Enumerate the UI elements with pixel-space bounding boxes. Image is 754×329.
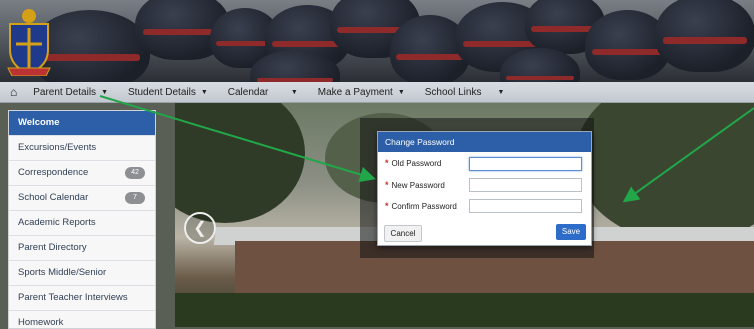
old-password-label: * Old Password: [385, 158, 442, 168]
nav-student-details[interactable]: Student Details ▼: [118, 82, 218, 102]
sidebar-item-parent-directory[interactable]: Parent Directory: [9, 236, 155, 261]
new-password-input[interactable]: [469, 178, 582, 192]
cancel-button[interactable]: Cancel: [384, 225, 422, 242]
confirm-password-input[interactable]: [469, 199, 582, 213]
sidebar-item-excursions-events[interactable]: Excursions/Events: [9, 136, 155, 161]
nav-make-a-payment[interactable]: Make a Payment ▼: [308, 82, 415, 102]
chevron-down-icon: ▼: [101, 88, 108, 96]
main-nav: ⌂ Parent Details ▼ Student Details ▼ Calen…: [0, 82, 754, 103]
school-crest-logo: [7, 9, 51, 76]
home-icon[interactable]: ⌂: [0, 85, 23, 99]
sidebar-item-homework[interactable]: Homework: [9, 311, 155, 328]
confirm-password-label: * Confirm Password: [385, 201, 457, 211]
chevron-left-icon: ❮: [193, 220, 207, 237]
count-badge: 42: [125, 167, 145, 179]
chevron-down-icon: ▼: [290, 88, 298, 96]
count-badge: 7: [125, 192, 145, 204]
required-marker: *: [385, 201, 389, 211]
header-banner: [0, 0, 754, 82]
chevron-down-icon: ▼: [397, 88, 405, 96]
sidebar-item-correspondence[interactable]: Correspondence 42: [9, 161, 155, 186]
nav-calendar[interactable]: Calendar ▼: [218, 82, 308, 102]
required-marker: *: [385, 180, 389, 190]
new-password-label: * New Password: [385, 180, 445, 190]
save-button[interactable]: Save: [556, 224, 586, 240]
nav-school-links[interactable]: School Links ▼: [415, 82, 515, 102]
sidebar-item-parent-teacher-interviews[interactable]: Parent Teacher Interviews: [9, 286, 155, 311]
carousel-prev-button[interactable]: ❮: [184, 212, 216, 244]
sidebar-item-school-calendar[interactable]: School Calendar 7: [9, 186, 155, 211]
dialog-title: Change Password: [378, 132, 591, 152]
sidebar-item-welcome[interactable]: Welcome: [9, 111, 155, 136]
sidebar-item-academic-reports[interactable]: Academic Reports: [9, 211, 155, 236]
chevron-down-icon: ▼: [200, 88, 208, 96]
nav-parent-details[interactable]: Parent Details ▼: [23, 82, 118, 102]
sidebar-item-sports-middle-senior[interactable]: Sports Middle/Senior: [9, 261, 155, 286]
chevron-down-icon: ▼: [497, 88, 505, 96]
old-password-input[interactable]: [469, 157, 582, 171]
change-password-dialog: Change Password * Old Password * New Passw…: [377, 131, 592, 246]
required-marker: *: [385, 158, 389, 168]
sidebar-menu: Welcome Excursions/Events Correspondence…: [8, 110, 156, 329]
